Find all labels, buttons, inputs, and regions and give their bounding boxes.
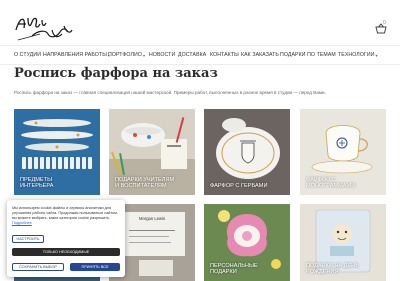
chevron-down-icon: ▾ bbox=[142, 52, 146, 58]
card-label: ПОДАРКИ НА ДЕНЬ РОЖДЕНИЯ bbox=[306, 262, 359, 276]
category-card-interior[interactable]: ПРЕДМЕТЫ ИНТЕРЬЕРА bbox=[14, 109, 100, 195]
nav-item-technologies[interactable]: ТЕХНОЛОГИИ ▾ bbox=[338, 52, 378, 58]
card-label: ПРЕДМЕТЫ ИНТЕРЬЕРА bbox=[20, 176, 54, 190]
cookie-required-only-button[interactable]: ТОЛЬКО НЕОБХОДИМЫЕ bbox=[12, 248, 120, 256]
nav-item-label: О СТУДИИ bbox=[14, 52, 42, 58]
card-label: ПОДАРКИ УЧИТЕЛЯМ И ВОСПИТАТЕЛЯМ bbox=[115, 176, 175, 190]
nav-item-delivery[interactable]: ДОСТАВКА bbox=[178, 52, 206, 58]
atelier-logo[interactable] bbox=[12, 12, 76, 42]
category-card-personal-gifts[interactable]: ПЕРСОНАЛЬНЫЕ ПОДАРКИ bbox=[204, 204, 290, 281]
cookie-consent-text: Мы используем cookie-файлы и сервисы ана… bbox=[12, 206, 118, 225]
cookie-accept-all-button[interactable]: ПРИНЯТЬ ВСЕ bbox=[70, 263, 120, 271]
cookie-consent-banner: Мы используем cookie-файлы и сервисы ана… bbox=[7, 200, 125, 277]
category-card-coat-of-arms[interactable]: ФАРФОР С ГЕРБАМИ bbox=[204, 109, 290, 195]
nav-item-label: ПОДАРКИ ПО ТЕМАМ bbox=[280, 52, 336, 58]
page-title: Роспись фарфора на заказ bbox=[14, 66, 218, 81]
nav-item-contacts[interactable]: КОНТАКТЫ bbox=[210, 52, 239, 58]
nav-item-label: НОВОСТИ bbox=[149, 52, 176, 58]
nav-item-about[interactable]: О СТУДИИ bbox=[14, 52, 41, 58]
category-card-birthday[interactable]: ПОДАРКИ НА ДЕНЬ РОЖДЕНИЯ bbox=[300, 204, 386, 281]
nav-item-gifts-by-theme[interactable]: ПОДАРКИ ПО ТЕМАМ bbox=[280, 52, 336, 58]
nav-item-label: КОНТАКТЫ bbox=[210, 52, 239, 58]
nav-item-label: ДОСТАВКА bbox=[178, 52, 207, 58]
nav-item-label: ТЕХНОЛОГИИ bbox=[338, 52, 375, 58]
nav-item-label: КАК ЗАКАЗАТЬ bbox=[241, 52, 279, 58]
nav-item-label: НАПРАВЛЕНИЯ РАБОТЫ bbox=[43, 52, 107, 58]
nav-item-how-to-order[interactable]: КАК ЗАКАЗАТЬ bbox=[241, 52, 279, 58]
card-label: ПЕРСОНАЛЬНЫЕ ПОДАРКИ bbox=[210, 262, 258, 276]
main-navigation: О СТУДИИ НАПРАВЛЕНИЯ РАБОТЫ ▾ ПОРТФОЛИО … bbox=[0, 45, 400, 65]
category-card-monograms[interactable]: ФАРФОР С МОНОГРАММАМИ bbox=[300, 109, 386, 195]
cart-count-badge: 0 bbox=[383, 20, 386, 26]
cookie-save-choice-button[interactable]: СОХРАНИТЬ ВЫБОР bbox=[12, 263, 64, 271]
card-label: ФАРФОР С МОНОГРАММАМИ bbox=[306, 176, 356, 190]
cookie-settings-button[interactable]: НАСТРОИТЬ bbox=[12, 235, 44, 243]
nav-item-news[interactable]: НОВОСТИ bbox=[149, 52, 175, 58]
card-label: ФАРФОР С ГЕРБАМИ bbox=[210, 183, 268, 190]
page-intro: Роспись фарфора на заказ — главная специ… bbox=[14, 90, 326, 95]
chevron-down-icon: ▾ bbox=[375, 52, 378, 58]
nav-item-directions[interactable]: НАПРАВЛЕНИЯ РАБОТЫ ▾ bbox=[43, 52, 110, 58]
card-inner-text: Morgan Lewis bbox=[139, 216, 166, 221]
nav-item-label: ПОРТФОЛИО bbox=[108, 52, 142, 58]
nav-item-portfolio[interactable]: ПОРТФОЛИО ▾ bbox=[108, 52, 145, 58]
site-header: 0 bbox=[0, 0, 400, 45]
category-card-teachers[interactable]: ПОДАРКИ УЧИТЕЛЯМ И ВОСПИТАТЕЛЯМ bbox=[109, 109, 195, 195]
cookie-more-link[interactable]: Подробнее bbox=[12, 221, 32, 225]
